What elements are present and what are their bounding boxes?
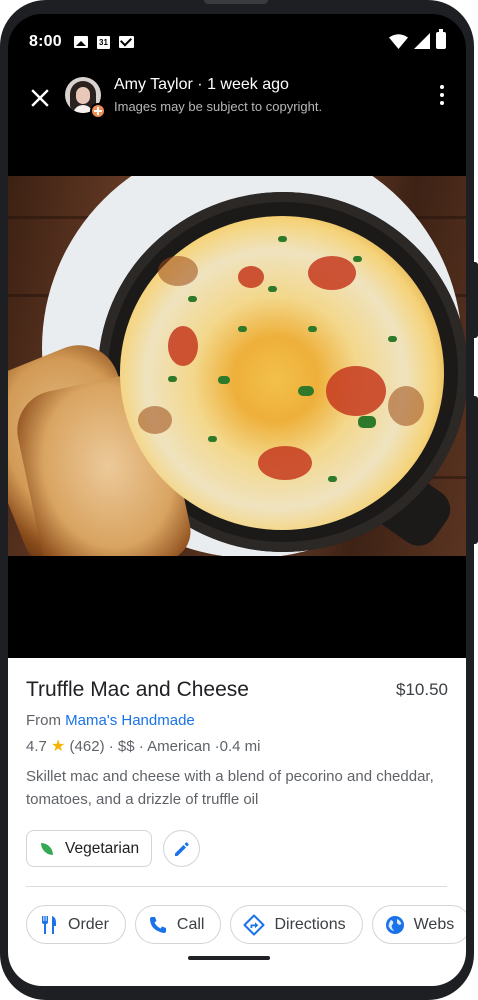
globe-icon [385,915,404,934]
status-bar: 8:00 31 [8,14,466,70]
order-button[interactable]: Order [26,905,126,944]
website-label: Webs [413,915,455,933]
directions-button[interactable]: Directions [230,905,363,944]
local-guide-badge-icon [90,103,106,119]
vegetarian-chip[interactable]: Vegetarian [26,830,153,867]
image-icon [74,36,88,48]
leaf-icon [39,841,55,857]
cuisine: American [147,738,211,755]
dish-description: Skillet mac and cheese with a blend of p… [26,768,434,808]
dish-price: $10.50 [396,680,448,699]
volume-button [472,262,478,338]
action-buttons: Order Call Directions Webs [26,905,466,944]
status-time: 8:00 [29,33,62,50]
close-icon [31,89,49,107]
author-line: Amy Taylor · 1 week ago [114,76,289,94]
calendar-icon: 31 [97,36,110,49]
distance: 0.4 mi [219,738,261,755]
call-label: Call [176,915,205,933]
restaurant-line: From Mama's Handmade [26,712,195,729]
restaurant-meta: 4.7 ★ (462) · $$ · American ·0.4 mi [26,738,261,755]
top-app-bar: Amy Taylor · 1 week ago Images may be su… [8,70,466,130]
phone-icon [149,916,166,933]
order-label: Order [68,915,109,933]
edit-tags-button[interactable] [163,830,201,867]
dish-title: Truffle Mac and Cheese [26,678,249,701]
copyright-notice: Images may be subject to copyright. [114,99,323,114]
price-level: $$ [117,738,135,755]
gmail-icon [119,36,134,48]
power-button [472,396,478,544]
screen: 8:00 31 Amy Taylor · 1 week ago Images m… [8,14,466,986]
more-options-button[interactable] [432,82,452,108]
restaurant-link[interactable]: Mama's Handmade [65,712,195,729]
review-count: (462) [69,738,105,755]
more-options-icon [440,85,444,89]
pencil-icon [174,841,189,856]
directions-icon [243,914,265,935]
author-name[interactable]: Amy Taylor [114,76,193,93]
system-icons [389,29,446,49]
device: 8:00 31 Amy Taylor · 1 week ago Images m… [0,0,478,1000]
home-indicator[interactable] [188,956,270,960]
from-label: From [26,712,61,729]
rating-value: 4.7 [26,738,47,755]
directions-label: Directions [274,915,346,933]
website-button[interactable]: Webs [371,905,466,944]
divider [26,886,447,887]
vegetarian-label: Vegetarian [65,839,140,857]
fork-knife-icon [42,915,56,934]
call-button[interactable]: Call [134,905,222,944]
wifi-icon [389,34,408,49]
dish-tags: Vegetarian [26,830,201,868]
dish-photo[interactable] [8,176,466,556]
star-icon: ★ [51,738,66,755]
battery-icon [436,29,446,49]
notification-icons: 31 [74,36,134,49]
author-separator: · [192,76,208,93]
close-button[interactable] [26,84,54,112]
signal-icon [414,33,430,49]
post-age: 1 week ago [207,76,289,93]
speaker-grille [204,0,268,4]
dish-details-sheet: Truffle Mac and Cheese $10.50 From Mama'… [8,658,466,986]
